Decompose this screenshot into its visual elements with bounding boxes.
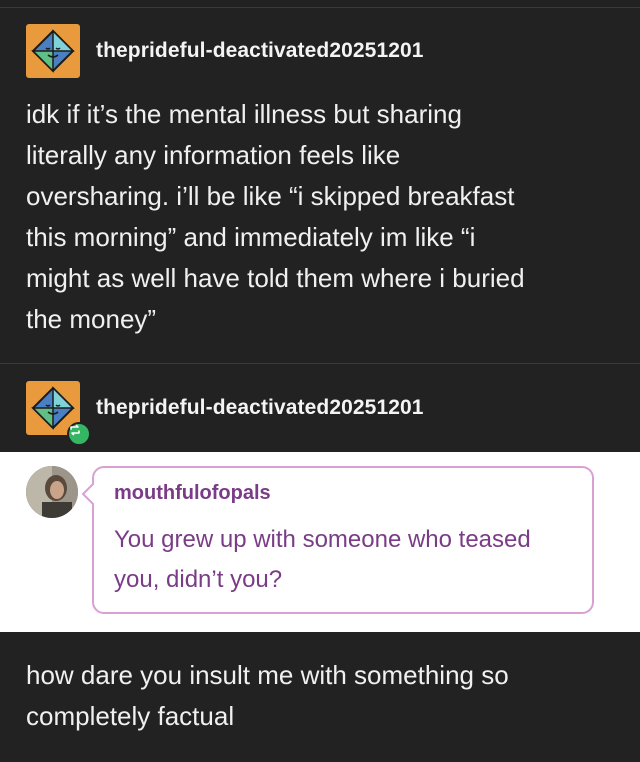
asker-photo [26, 466, 78, 518]
top-divider [0, 7, 640, 8]
post-username[interactable]: theprideful-deactivated20251201 [96, 39, 424, 63]
post-line: might as well have told them where i bur… [26, 263, 525, 293]
reblog-badge [67, 422, 91, 446]
diamond-face-icon [31, 29, 75, 73]
post-line: oversharing. i’ll be like “i skipped bre… [26, 181, 515, 211]
reblog-header: theprideful-deactivated20251201 [26, 381, 424, 446]
reblog-username[interactable]: theprideful-deactivated20251201 [96, 396, 424, 420]
ask-question: You grew up with someone who teased you,… [114, 520, 584, 600]
post-line: the money” [26, 304, 157, 334]
post-body: idk if it’s the mental illness but shari… [26, 94, 616, 340]
post-line: this morning” and immediately im like “i [26, 222, 476, 252]
question-line: You grew up with someone who teased [114, 526, 531, 553]
post-line: idk if it’s the mental illness but shari… [26, 99, 462, 129]
reblog-icon [70, 424, 80, 436]
post-divider [0, 363, 640, 364]
post-header: theprideful-deactivated20251201 [26, 24, 424, 78]
question-line: you, didn’t you? [114, 566, 283, 593]
answer-line: completely factual [26, 701, 235, 731]
reblogger-avatar[interactable] [26, 381, 91, 446]
post-line: literally any information feels like [26, 140, 401, 170]
ask-bubble: mouthfulofopals You grew up with someone… [92, 466, 594, 614]
answer-body: how dare you insult me with something so… [26, 655, 616, 737]
answer-line: how dare you insult me with something so [26, 660, 509, 690]
user-avatar[interactable] [26, 24, 80, 78]
asker-avatar[interactable] [26, 466, 78, 518]
ask-panel: mouthfulofopals You grew up with someone… [0, 452, 640, 632]
asker-name[interactable]: mouthfulofopals [114, 482, 271, 505]
